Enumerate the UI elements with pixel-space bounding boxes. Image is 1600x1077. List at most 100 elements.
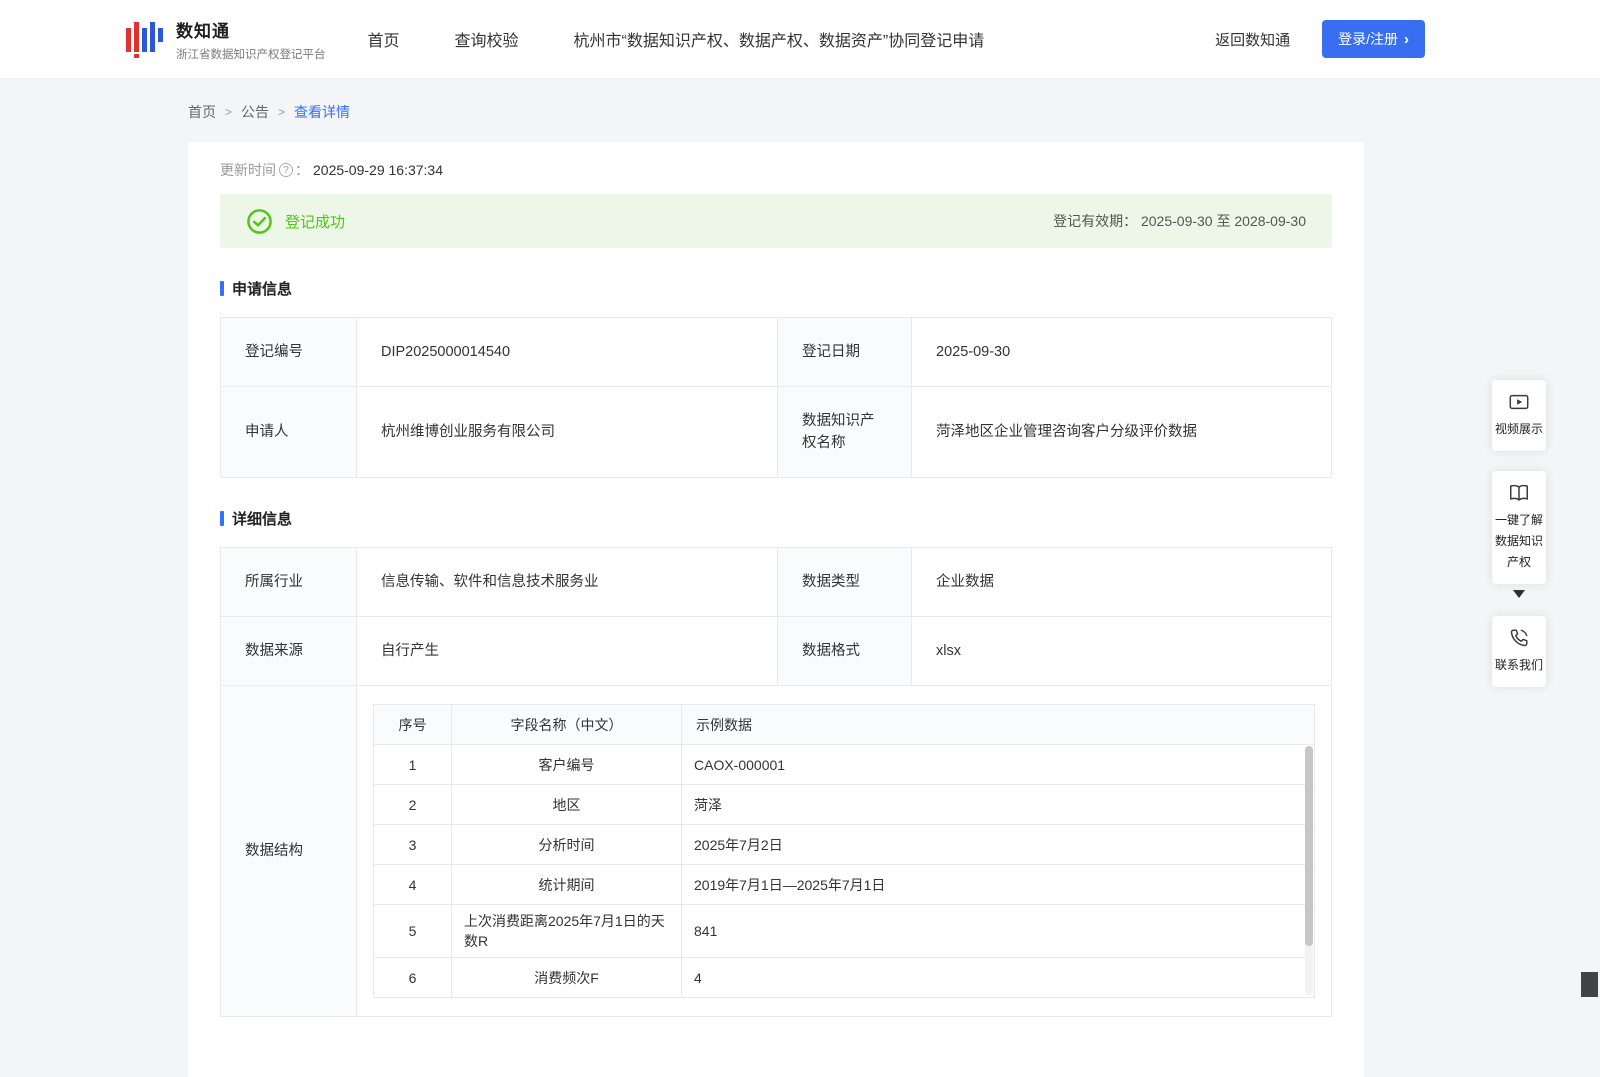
video-icon: [1509, 394, 1529, 410]
header-right: 返回数知通 登录/注册 ›: [1215, 20, 1425, 58]
table-row: 数据来源 自行产生 数据格式 xlsx: [220, 616, 1332, 686]
contact-us-label: 联系我们: [1495, 658, 1544, 672]
cell-index: 6: [373, 957, 452, 998]
nav-item-hangzhou-registration[interactable]: 杭州市“数据知识产权、数据产权、数据资产”协同登记申请: [574, 27, 985, 51]
validity-value: 2025-09-30 至 2028-09-30: [1140, 213, 1306, 229]
table-row: 1 客户编号 CAOX-000001: [373, 744, 1315, 785]
section-title-application-label: 申请信息: [232, 281, 293, 298]
column-header-index: 序号: [373, 704, 452, 745]
data-structure-table-wrap: 序号 字段名称（中文） 示例数据 1 客户编号 CAOX-000001 2 地区: [373, 704, 1315, 998]
cell-value: xlsx: [911, 616, 1332, 686]
cell-label: 数据知识产权名称: [777, 386, 912, 478]
table-row: 2 地区 菏泽: [373, 784, 1315, 825]
table-row: 5 上次消费距离2025年7月1日的天数R 841: [373, 904, 1315, 958]
cell-value: 企业数据: [911, 547, 1332, 617]
cell-label: 申请人: [220, 386, 357, 478]
cell-value: 2025-09-30: [911, 317, 1332, 387]
breadcrumb-separator: >: [225, 105, 233, 119]
table-scrollbar-track[interactable]: [1305, 746, 1313, 996]
breadcrumb-separator: >: [278, 105, 286, 119]
table-row: 登记编号 DIP2025000014540 登记日期 2025-09-30: [220, 317, 1332, 387]
learn-data-ip-label: 一键了解数据知识产权: [1495, 513, 1544, 569]
cell-label: 数据类型: [777, 547, 912, 617]
cell-label: 所属行业: [220, 547, 357, 617]
data-structure-table: 序号 字段名称（中文） 示例数据 1 客户编号 CAOX-000001 2 地区: [373, 704, 1315, 998]
cell-label: 登记编号: [220, 317, 357, 387]
help-icon[interactable]: ?: [279, 163, 293, 177]
cell-sample-data: 2019年7月1日—2025年7月1日: [681, 864, 1315, 905]
cell-field-name: 统计期间: [451, 864, 682, 905]
cell-field-name: 消费频次F: [451, 957, 682, 998]
table-scrollbar-thumb[interactable]: [1305, 746, 1313, 946]
cell-field-name: 地区: [451, 784, 682, 825]
update-time-colon: ：: [295, 162, 309, 178]
cell-label: 数据来源: [220, 616, 357, 686]
cell-label: 数据格式: [777, 616, 912, 686]
contact-us-button[interactable]: 联系我们: [1492, 616, 1546, 687]
floating-side-panel: 视频展示 一键了解数据知识产权 联系我们: [1492, 380, 1546, 687]
table-row: 所属行业 信息传输、软件和信息技术服务业 数据类型 企业数据: [220, 547, 1332, 617]
cell-index: 2: [373, 784, 452, 825]
table-row: 申请人 杭州维博创业服务有限公司 数据知识产权名称 菏泽地区企业管理咨询客户分级…: [220, 386, 1332, 478]
video-showcase-label: 视频展示: [1495, 422, 1544, 436]
logo-title: 数知通: [176, 21, 230, 41]
logo-text: 数知通 浙江省数据知识产权登记平台: [176, 17, 326, 62]
validity-period: 登记有效期： 2025-09-30 至 2028-09-30: [1053, 211, 1306, 231]
update-time-row: 更新时间 ? ： 2025-09-29 16:37:34: [220, 160, 1332, 180]
scroll-corner-button[interactable]: [1581, 972, 1598, 997]
data-structure-label: 数据结构: [220, 685, 357, 1017]
cell-sample-data: 4: [681, 957, 1315, 998]
logo-icon: [126, 22, 163, 58]
cell-index: 3: [373, 824, 452, 865]
chevron-right-icon: ›: [1404, 30, 1409, 48]
table-row: 3 分析时间 2025年7月2日: [373, 824, 1315, 865]
book-icon: [1510, 484, 1528, 501]
update-time-label: 更新时间: [220, 162, 276, 178]
cell-value: 杭州维博创业服务有限公司: [356, 386, 778, 478]
cell-field-name: 分析时间: [451, 824, 682, 865]
learn-data-ip-button[interactable]: 一键了解数据知识产权: [1492, 471, 1546, 584]
cell-value: 自行产生: [356, 616, 778, 686]
section-title-detail: 详细信息: [220, 508, 1332, 529]
cell-sample-data: CAOX-000001: [681, 744, 1315, 785]
section-title-detail-label: 详细信息: [232, 511, 293, 528]
cell-index: 4: [373, 864, 452, 905]
section-title-application: 申请信息: [220, 278, 1332, 299]
validity-label: 登记有效期：: [1053, 213, 1138, 229]
video-showcase-button[interactable]: 视频展示: [1492, 380, 1546, 451]
column-header-sample-data: 示例数据: [681, 704, 1315, 745]
login-register-button[interactable]: 登录/注册 ›: [1322, 20, 1425, 58]
back-to-shuzhitong-link[interactable]: 返回数知通: [1215, 29, 1290, 50]
breadcrumb-announcements[interactable]: 公告: [241, 102, 269, 122]
cell-value: 菏泽地区企业管理咨询客户分级评价数据: [911, 386, 1332, 478]
success-check-icon: [247, 208, 272, 234]
breadcrumb-home[interactable]: 首页: [188, 102, 216, 122]
main-nav: 首页 查询校验 杭州市“数据知识产权、数据产权、数据资产”协同登记申请: [368, 27, 985, 51]
cell-value: 信息传输、软件和信息技术服务业: [356, 547, 778, 617]
data-structure-cell: 序号 字段名称（中文） 示例数据 1 客户编号 CAOX-000001 2 地区: [356, 685, 1332, 1017]
registration-success-banner: 登记成功 登记有效期： 2025-09-30 至 2028-09-30: [220, 194, 1332, 248]
logo-subtitle: 浙江省数据知识产权登记平台: [176, 48, 326, 61]
cell-sample-data: 841: [681, 904, 1315, 958]
nav-item-query-verify[interactable]: 查询校验: [455, 27, 519, 51]
cell-value: DIP2025000014540: [356, 317, 778, 387]
status-badge: 登记成功: [285, 213, 346, 231]
cell-label: 登记日期: [777, 317, 912, 387]
table-row: 4 统计期间 2019年7月1日—2025年7月1日: [373, 864, 1315, 905]
nav-item-home[interactable]: 首页: [368, 27, 400, 51]
table-header-row: 序号 字段名称（中文） 示例数据: [373, 704, 1315, 745]
cell-sample-data: 2025年7月2日: [681, 824, 1315, 865]
cell-field-name: 上次消费距离2025年7月1日的天数R: [451, 904, 682, 958]
detail-card: 更新时间 ? ： 2025-09-29 16:37:34 登记成功 登记有效期：…: [188, 142, 1364, 1077]
detail-info-table: 所属行业 信息传输、软件和信息技术服务业 数据类型 企业数据 数据来源 自行产生…: [220, 547, 1332, 1017]
update-time-value: 2025-09-29 16:37:34: [313, 162, 443, 178]
column-header-field-name: 字段名称（中文）: [451, 704, 682, 745]
panel-collapse-arrow[interactable]: [1513, 590, 1525, 604]
section-title-bar: [220, 511, 224, 526]
top-navbar: 数知通 浙江省数据知识产权登记平台 首页 查询校验 杭州市“数据知识产权、数据产…: [0, 0, 1600, 78]
login-register-label: 登录/注册: [1338, 31, 1398, 47]
cell-sample-data: 菏泽: [681, 784, 1315, 825]
logo[interactable]: 数知通 浙江省数据知识产权登记平台: [125, 17, 326, 62]
breadcrumb: 首页 > 公告 > 查看详情: [0, 78, 1600, 142]
section-title-bar: [220, 281, 224, 296]
